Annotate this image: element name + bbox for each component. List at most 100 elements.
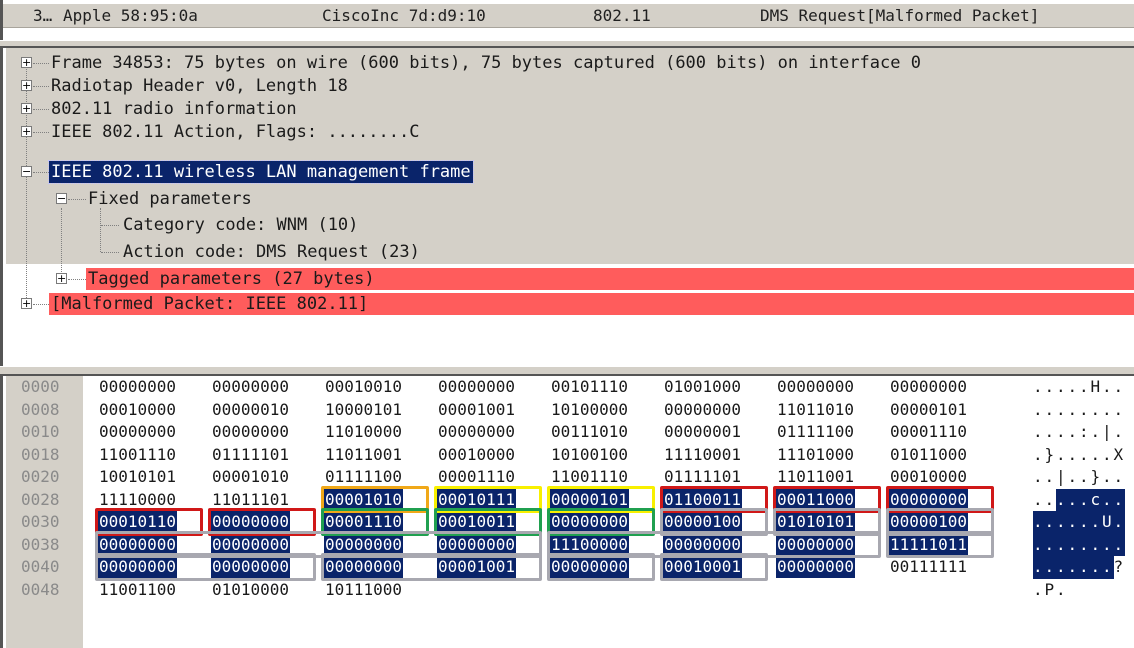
expand-icon[interactable]: +: [56, 273, 67, 284]
byte-value[interactable]: 00000101: [550, 488, 630, 511]
ascii-char[interactable]: .: [1079, 534, 1089, 556]
ascii-char[interactable]: .: [1091, 534, 1101, 556]
collapse-icon[interactable]: −: [21, 166, 32, 177]
ascii-char[interactable]: .: [1033, 421, 1043, 443]
byte-value[interactable]: 11010000: [324, 421, 403, 443]
ascii-char[interactable]: .: [1102, 489, 1112, 511]
expand-icon[interactable]: +: [21, 57, 32, 68]
byte-value[interactable]: 00000000: [211, 376, 290, 398]
ascii-char[interactable]: |: [1102, 421, 1112, 443]
ascii-char[interactable]: .: [1091, 511, 1101, 533]
byte-value[interactable]: 11110001: [663, 444, 742, 466]
byte-value[interactable]: 01010000: [211, 579, 290, 601]
ascii-char[interactable]: .: [1102, 444, 1112, 466]
ascii-char[interactable]: .: [1079, 466, 1089, 488]
ascii-char[interactable]: .: [1102, 376, 1112, 398]
tree-item[interactable]: + Tagged parameters (27 bytes): [3, 268, 1134, 290]
ascii-char[interactable]: :: [1079, 421, 1089, 443]
tree-item[interactable]: + Radiotap Header v0, Length 18: [3, 75, 1134, 97]
pane-splitter[interactable]: [0, 366, 1134, 376]
byte-value[interactable]: 00000010: [211, 399, 290, 421]
ascii-char[interactable]: .: [1056, 511, 1066, 533]
ascii-char[interactable]: .: [1033, 376, 1043, 398]
byte-value[interactable]: 00000000: [889, 488, 969, 511]
byte-value[interactable]: 11110000: [98, 489, 177, 511]
ascii-char[interactable]: .: [1033, 444, 1043, 466]
byte-value[interactable]: 00001001: [437, 556, 517, 578]
pane-splitter[interactable]: [0, 40, 1134, 48]
ascii-char[interactable]: .: [1056, 534, 1066, 556]
ascii-char[interactable]: .: [1091, 421, 1101, 443]
byte-value[interactable]: 00001110: [324, 511, 404, 533]
ascii-char[interactable]: .: [1068, 376, 1078, 398]
byte-value[interactable]: 00000001: [663, 421, 742, 443]
ascii-char[interactable]: .: [1045, 466, 1055, 488]
ascii-char[interactable]: .: [1068, 556, 1078, 578]
byte-value[interactable]: 00000000: [211, 533, 291, 556]
byte-value[interactable]: 00000000: [663, 399, 742, 421]
expand-icon[interactable]: +: [21, 298, 32, 309]
byte-value[interactable]: 11011101: [211, 489, 290, 511]
byte-value[interactable]: 00000000: [98, 556, 178, 578]
expand-icon[interactable]: +: [21, 103, 32, 114]
byte-value[interactable]: 00000000: [437, 533, 517, 556]
ascii-char[interactable]: .: [1045, 421, 1055, 443]
ascii-char[interactable]: .: [1079, 376, 1089, 398]
ascii-char[interactable]: .: [1102, 534, 1112, 556]
byte-value[interactable]: 01111100: [776, 421, 855, 443]
ascii-char[interactable]: .: [1091, 556, 1101, 578]
packet-list-row[interactable]: 3… Apple 58:95:0a CiscoInc 7d:d9:10 802.…: [3, 4, 1134, 28]
ascii-char[interactable]: .: [1091, 444, 1101, 466]
ascii-char[interactable]: .: [1114, 466, 1124, 488]
ascii-char[interactable]: .: [1079, 556, 1089, 578]
byte-value[interactable]: 10000101: [324, 399, 403, 421]
byte-value[interactable]: 10100000: [550, 399, 629, 421]
collapse-icon[interactable]: −: [56, 193, 67, 204]
ascii-char[interactable]: .: [1114, 421, 1124, 443]
ascii-char[interactable]: .: [1102, 399, 1112, 421]
ascii-char[interactable]: .: [1068, 399, 1078, 421]
byte-value[interactable]: 10010101: [98, 466, 177, 488]
ascii-char[interactable]: .: [1102, 556, 1112, 578]
byte-value[interactable]: 00000000: [211, 556, 291, 578]
byte-value[interactable]: 00000000: [98, 421, 177, 443]
byte-value[interactable]: 00010000: [98, 399, 177, 421]
byte-value[interactable]: 00001001: [437, 399, 516, 421]
byte-value[interactable]: 00000100: [889, 511, 969, 533]
ascii-char[interactable]: }: [1091, 466, 1101, 488]
ascii-char[interactable]: .: [1033, 466, 1043, 488]
ascii-char[interactable]: .: [1033, 399, 1043, 421]
ascii-char[interactable]: .: [1091, 399, 1101, 421]
byte-value[interactable]: 00000000: [437, 376, 516, 398]
ascii-char[interactable]: .: [1079, 489, 1089, 511]
byte-value[interactable]: 11001110: [550, 466, 629, 488]
ascii-char[interactable]: .: [1114, 534, 1124, 556]
tree-item[interactable]: Category code: WNM (10): [3, 214, 1134, 236]
ascii-char[interactable]: .: [1056, 399, 1066, 421]
byte-value[interactable]: 00000000: [776, 376, 855, 398]
byte-value[interactable]: 10100100: [550, 444, 629, 466]
byte-value[interactable]: 11100000: [550, 533, 630, 556]
byte-value[interactable]: 11001100: [98, 579, 177, 601]
byte-value[interactable]: 00010010: [324, 376, 403, 398]
byte-value[interactable]: 01010101: [776, 511, 856, 533]
byte-value[interactable]: 11011001: [324, 444, 403, 466]
ascii-char[interactable]: .: [1033, 556, 1043, 578]
ascii-char[interactable]: .: [1056, 489, 1066, 511]
ascii-char[interactable]: .: [1056, 556, 1066, 578]
ascii-char[interactable]: .: [1033, 534, 1043, 556]
ascii-char[interactable]: .: [1056, 444, 1066, 466]
ascii-char[interactable]: .: [1068, 421, 1078, 443]
ascii-char[interactable]: .: [1033, 579, 1043, 601]
ascii-char[interactable]: P: [1045, 579, 1055, 601]
tree-item[interactable]: +802.11 radio information: [3, 98, 1134, 120]
ascii-char[interactable]: .: [1033, 489, 1043, 511]
byte-value[interactable]: 11001110: [98, 444, 177, 466]
byte-value[interactable]: 10111000: [324, 579, 403, 601]
byte-value[interactable]: 00001010: [211, 466, 290, 488]
ascii-char[interactable]: c: [1091, 489, 1101, 511]
byte-value[interactable]: 01001000: [663, 376, 742, 398]
ascii-char[interactable]: .: [1045, 511, 1055, 533]
ascii-char[interactable]: U: [1102, 511, 1112, 533]
ascii-char[interactable]: .: [1068, 444, 1078, 466]
